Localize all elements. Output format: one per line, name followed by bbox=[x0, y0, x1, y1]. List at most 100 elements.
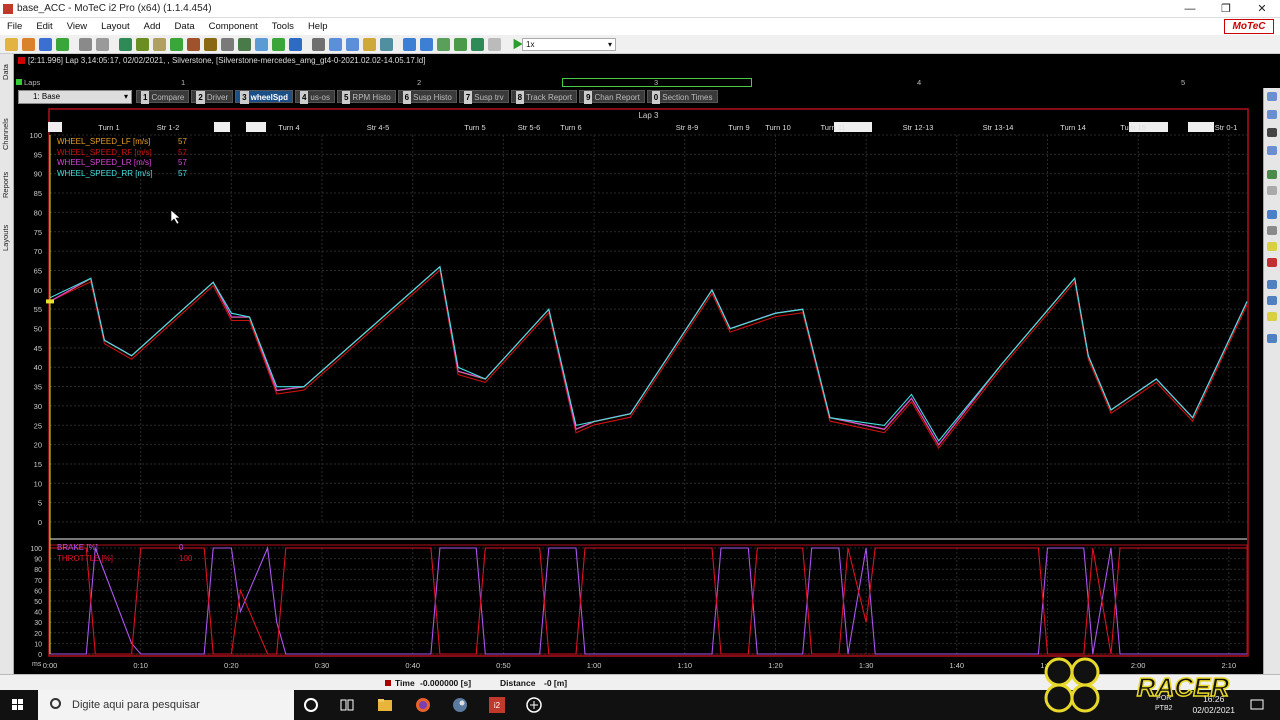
tab-susp-trv[interactable]: 7 Susp trv bbox=[458, 90, 509, 104]
lap-selection-box[interactable] bbox=[562, 78, 752, 87]
taskbar-search-input[interactable]: Digite aqui para pesquisar bbox=[38, 690, 294, 720]
channels-icon[interactable] bbox=[187, 37, 200, 51]
save-icon[interactable] bbox=[39, 37, 52, 51]
forward-icon[interactable] bbox=[420, 37, 433, 51]
legend-entry[interactable]: WHEEL_SPEED_RR [m/s] bbox=[57, 169, 153, 178]
file-explorer-icon[interactable] bbox=[376, 696, 394, 714]
legend-entry[interactable]: WHEEL_SPEED_RF [m/s] bbox=[57, 148, 152, 157]
offset-icon[interactable] bbox=[1267, 296, 1277, 305]
windows-start-icon[interactable] bbox=[12, 699, 24, 711]
minimize-button[interactable]: — bbox=[1172, 0, 1208, 18]
cursor-marker[interactable] bbox=[46, 299, 54, 304]
task-view-icon[interactable] bbox=[338, 696, 356, 714]
link-icon[interactable] bbox=[471, 37, 484, 51]
compare-icon[interactable] bbox=[289, 37, 302, 51]
toolbar: 1x bbox=[0, 35, 1280, 54]
scale-icon[interactable] bbox=[1267, 280, 1277, 289]
motec-i2-taskbar-icon[interactable]: i2 bbox=[488, 696, 506, 714]
game-icon[interactable] bbox=[525, 696, 543, 714]
bars-icon[interactable] bbox=[1267, 146, 1277, 155]
open-icon[interactable] bbox=[5, 37, 18, 51]
tab-layouts-panel[interactable]: Layouts bbox=[1, 218, 13, 258]
time-icon[interactable] bbox=[329, 37, 342, 51]
edit-icon[interactable] bbox=[153, 37, 166, 51]
grid-icon[interactable] bbox=[221, 37, 234, 51]
menu-add[interactable]: Add bbox=[137, 21, 168, 32]
lap-4[interactable]: 4 bbox=[917, 78, 921, 87]
print-icon[interactable] bbox=[79, 37, 92, 51]
cursor-tool-icon[interactable] bbox=[1267, 210, 1277, 219]
tab-rpm-histo[interactable]: 5 RPM Histo bbox=[336, 90, 396, 104]
tab-wheelspd[interactable]: 3 wheelSpd bbox=[235, 90, 293, 104]
marker-icon[interactable] bbox=[238, 37, 251, 51]
refresh-icon[interactable] bbox=[119, 37, 132, 51]
playback-speed-select[interactable]: 1x bbox=[522, 38, 616, 51]
tab-driver[interactable]: 2 Driver bbox=[191, 90, 234, 104]
menu-view[interactable]: View bbox=[60, 21, 94, 32]
maximize-button[interactable]: ❐ bbox=[1208, 0, 1244, 18]
tab-us-os[interactable]: 4 us-os bbox=[294, 90, 335, 104]
settings-icon[interactable] bbox=[1267, 334, 1277, 343]
steam-like-icon[interactable] bbox=[451, 696, 469, 714]
legend-entry[interactable]: THROTTLE [%] bbox=[57, 554, 113, 563]
pan-icon[interactable] bbox=[1267, 226, 1277, 235]
lap-5[interactable]: 5 bbox=[1181, 78, 1185, 87]
layout-icon[interactable] bbox=[204, 37, 217, 51]
menu-tools[interactable]: Tools bbox=[265, 21, 301, 32]
channel-list-icon[interactable] bbox=[1267, 110, 1277, 119]
menu-layout[interactable]: Layout bbox=[94, 21, 137, 32]
table-icon[interactable] bbox=[312, 37, 325, 51]
workbook-select[interactable]: 1: Base bbox=[18, 89, 132, 104]
lap-2[interactable]: 2 bbox=[417, 78, 421, 87]
marker-tool-icon[interactable] bbox=[1267, 242, 1277, 251]
tab-section-times[interactable]: 0 Section Times bbox=[646, 90, 718, 104]
range-icon[interactable] bbox=[1267, 258, 1277, 267]
tab-label: RPM Histo bbox=[352, 93, 391, 102]
tab-track-report[interactable]: 8 Track Report bbox=[510, 90, 577, 104]
export-icon[interactable] bbox=[56, 37, 69, 51]
math-icon[interactable] bbox=[170, 37, 183, 51]
tab-compare[interactable]: 1 Compare bbox=[136, 90, 190, 104]
firefox-icon[interactable] bbox=[414, 696, 432, 714]
search-icon[interactable] bbox=[488, 37, 501, 51]
open-recent-icon[interactable] bbox=[22, 37, 35, 51]
filter-icon[interactable] bbox=[136, 37, 149, 51]
zoom-in-icon[interactable] bbox=[1267, 170, 1277, 179]
menu-help[interactable]: Help bbox=[301, 21, 335, 32]
sync-icon[interactable] bbox=[272, 37, 285, 51]
zoom-icon[interactable] bbox=[380, 37, 393, 51]
y-tick-label-top: 100 bbox=[29, 131, 42, 140]
tab-susp-histo[interactable]: 6 Susp Histo bbox=[397, 90, 457, 104]
highlight-icon[interactable] bbox=[1267, 312, 1277, 321]
zoom-out-icon[interactable] bbox=[1267, 186, 1277, 195]
tab-label: Susp trv bbox=[474, 93, 504, 102]
lap-1[interactable]: 1 bbox=[181, 78, 185, 87]
overlay-icon[interactable] bbox=[255, 37, 268, 51]
cortana-icon[interactable] bbox=[302, 696, 320, 714]
cursor-icon[interactable] bbox=[363, 37, 376, 51]
tab-reports-panel[interactable]: Reports bbox=[1, 166, 13, 204]
tab-channels-panel[interactable]: Channels bbox=[1, 114, 13, 154]
split-icon[interactable] bbox=[454, 37, 467, 51]
distance-icon[interactable] bbox=[346, 37, 359, 51]
menu-file[interactable]: File bbox=[0, 21, 29, 32]
legend-entry[interactable]: BRAKE [%] bbox=[57, 543, 98, 552]
legend-entry[interactable]: WHEEL_SPEED_LF [m/s] bbox=[57, 137, 150, 146]
section-gap bbox=[48, 122, 62, 132]
print-preview-icon[interactable] bbox=[96, 37, 109, 51]
graph-canvas[interactable]: Lap 3 Turn 1 Str 1-2 Turn 4 Str 4-5 Turn 5 Str… bbox=[14, 105, 1263, 674]
menu-data[interactable]: Data bbox=[168, 21, 202, 32]
back-icon[interactable] bbox=[403, 37, 416, 51]
tab-data-panel[interactable]: Data bbox=[1, 58, 13, 86]
funnel-icon[interactable] bbox=[437, 37, 450, 51]
properties-icon[interactable] bbox=[1267, 92, 1277, 101]
delta-icon[interactable] bbox=[1267, 128, 1277, 137]
menu-edit[interactable]: Edit bbox=[29, 21, 59, 32]
y-tick-label-top: 30 bbox=[34, 402, 42, 411]
tab-chan-report[interactable]: 9 Chan Report bbox=[578, 90, 645, 104]
section-gap bbox=[1188, 122, 1214, 132]
time-distance-graph[interactable]: Lap 3 Turn 1 Str 1-2 Turn 4 Str 4-5 Turn 5 Str… bbox=[14, 105, 1263, 674]
menu-component[interactable]: Component bbox=[202, 21, 265, 32]
close-button[interactable]: ✕ bbox=[1244, 0, 1280, 18]
legend-entry[interactable]: WHEEL_SPEED_LR [m/s] bbox=[57, 158, 151, 167]
